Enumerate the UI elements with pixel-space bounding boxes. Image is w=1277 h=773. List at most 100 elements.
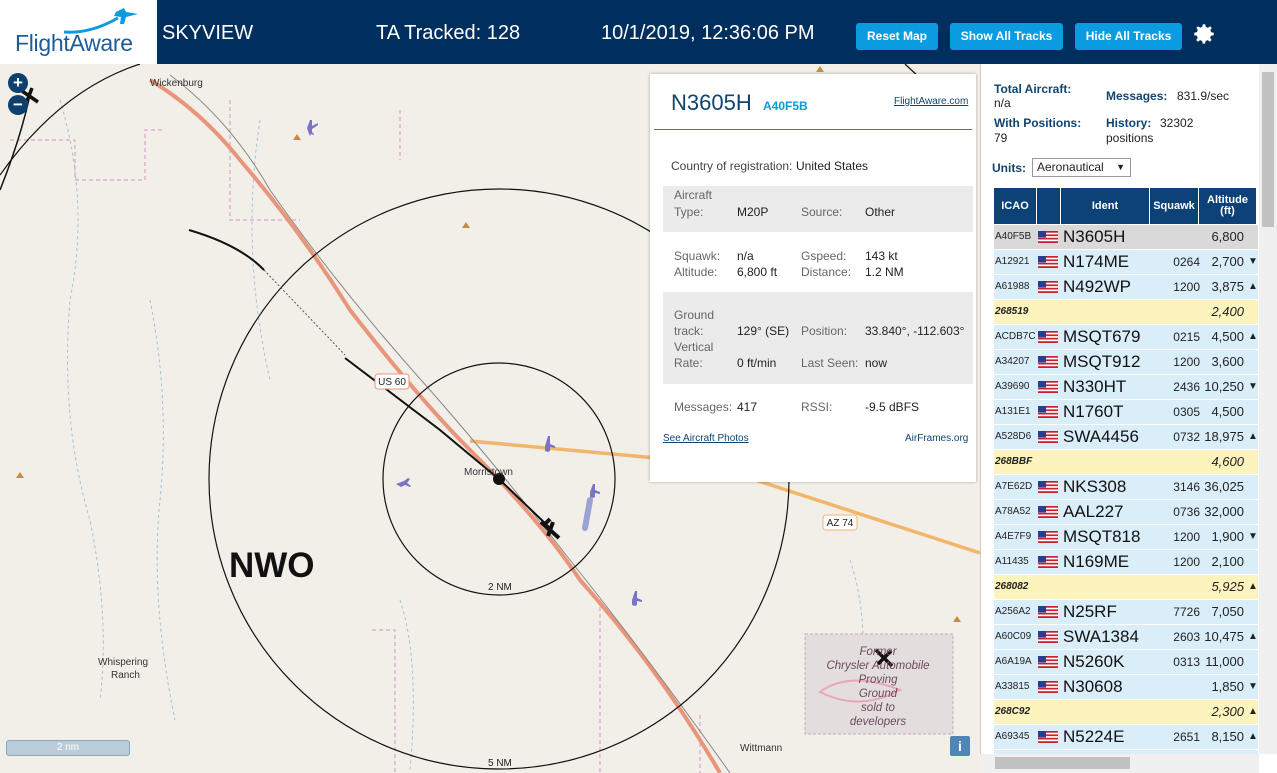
ground-track-label: track:: [674, 324, 704, 338]
messages-value: 417: [737, 400, 758, 414]
flightaware-link[interactable]: FlightAware.com: [894, 96, 968, 107]
table-row[interactable]: A6A19A N5260K 0313 11,000: [994, 650, 1258, 675]
with-positions-value: 79: [994, 131, 1008, 145]
messages-rate-value: 831.9/sec: [1177, 89, 1230, 103]
history-unit: positions: [1106, 131, 1154, 145]
aircraft-icon[interactable]: [632, 591, 642, 606]
cell-icao: A6A19A: [995, 656, 1032, 667]
table-row[interactable]: A528D6 SWA4456 0732 18,975 ▲: [994, 425, 1258, 450]
vertical-rate-value: 0 ft/min: [737, 356, 777, 370]
table-row[interactable]: 268082 5,925 ▲: [994, 575, 1258, 600]
us-flag-icon: [1038, 381, 1058, 393]
panel-horizontal-scrollbar[interactable]: [980, 754, 1259, 773]
aircraft-markers[interactable]: [307, 120, 642, 606]
zoom-out-button[interactable]: −: [8, 95, 28, 115]
cell-icao: A39690: [995, 381, 1030, 392]
column-header-flag: [1037, 188, 1060, 224]
table-row[interactable]: A12921 N174ME 0264 2,700 ▼: [994, 250, 1258, 275]
place-label: Whispering: [98, 657, 148, 668]
flightaware-logo[interactable]: FlightAware: [0, 0, 157, 64]
cell-ident: N5224E: [1063, 727, 1125, 746]
messages-rate-label: Messages:: [1106, 89, 1168, 103]
column-header-squawk[interactable]: Squawk: [1150, 188, 1198, 224]
zoom-in-button[interactable]: +: [8, 73, 28, 93]
cell-icao: 268BBF: [995, 456, 1033, 467]
panel-vertical-scrollbar[interactable]: [1259, 64, 1277, 754]
cell-ident: MSQT818: [1063, 527, 1141, 546]
distance-label: Distance:: [801, 265, 852, 279]
aircraft-photos-link[interactable]: See Aircraft Photos: [663, 433, 749, 444]
gear-icon[interactable]: [1191, 21, 1217, 47]
aircraft-icon[interactable]: [307, 120, 318, 136]
cell-squawk: 0264: [1173, 255, 1200, 269]
reset-map-button[interactable]: Reset Map: [856, 23, 938, 50]
table-row[interactable]: A256A2 N25RF 7726 7,050: [994, 600, 1258, 625]
map-info-button[interactable]: i: [950, 736, 970, 756]
us-flag-icon: [1038, 681, 1058, 693]
table-row[interactable]: 268C92 2,300 ▲: [994, 700, 1258, 725]
ta-tracked-count: TA Tracked: 128: [376, 22, 521, 44]
scrollbar-thumb[interactable]: [1262, 72, 1274, 227]
table-row[interactable]: A61988 N492WP 1200 3,875 ▲: [994, 275, 1258, 300]
logo-text: FlightAware: [15, 30, 133, 56]
distance-value: 1.2 NM: [865, 265, 904, 279]
table-row[interactable]: A78A52 AAL227 0736 32,000: [994, 500, 1258, 525]
table-row[interactable]: A34207 MSQT912 1200 3,600: [994, 350, 1258, 375]
units-select[interactable]: Aeronautical ▼: [1032, 158, 1131, 177]
column-header-altitude[interactable]: Altitude (ft): [1199, 188, 1256, 224]
cell-squawk: 0313: [1173, 655, 1200, 669]
cell-altitude-trend: ▼: [1248, 381, 1258, 392]
scrollbar-thumb[interactable]: [995, 757, 1130, 769]
cell-squawk: 2651: [1173, 730, 1200, 744]
table-row[interactable]: A33815 N30608 1,850 ▼: [994, 675, 1258, 700]
country-label: Country of registration:: [671, 159, 793, 173]
popup-divider: [654, 129, 972, 130]
column-header-icao[interactable]: ICAO: [994, 188, 1036, 224]
airframes-link[interactable]: AirFrames.org: [905, 433, 968, 444]
cell-icao: A33815: [995, 681, 1030, 692]
column-header-ident[interactable]: Ident: [1061, 188, 1149, 224]
cell-altitude: 7,050: [1211, 604, 1244, 619]
table-row[interactable]: A7E62D NKS308 3146 36,025: [994, 475, 1258, 500]
cell-squawk: [1144, 700, 1200, 724]
cell-altitude: 36,025: [1204, 479, 1244, 494]
table-row[interactable]: A11435 N169ME 1200 2,100: [994, 550, 1258, 575]
table-row[interactable]: A40F5B N3605H 6,800: [994, 225, 1258, 250]
squawk-value: n/a: [737, 249, 754, 263]
cell-icao: 268082: [995, 581, 1029, 592]
us-flag-icon: [1038, 281, 1058, 293]
cell-squawk: 1200: [1173, 555, 1200, 569]
cell-altitude: 6,800: [1211, 229, 1244, 244]
table-row[interactable]: ACDB7C MSQT679 0215 4,500 ▲: [994, 325, 1258, 350]
rssi-value: -9.5 dBFS: [865, 400, 920, 414]
us-flag-icon: [1038, 631, 1058, 643]
cell-ident: NKS308: [1063, 477, 1127, 496]
aircraft-icon[interactable]: [590, 484, 600, 498]
aircraft-type-label: Aircraft: [674, 188, 713, 202]
cell-altitude-trend: ▼: [1248, 681, 1258, 692]
hide-all-tracks-button[interactable]: Hide All Tracks: [1075, 23, 1182, 50]
cell-squawk: 7726: [1173, 605, 1200, 619]
show-all-tracks-button[interactable]: Show All Tracks: [950, 23, 1063, 50]
table-row[interactable]: A60C09 SWA1384 2603 10,475 ▲: [994, 625, 1258, 650]
cell-altitude: 4,500: [1211, 404, 1244, 419]
cell-ident: N5260K: [1063, 652, 1125, 671]
cell-squawk: 3146: [1173, 480, 1200, 494]
table-row[interactable]: A39690 N330HT 2436 10,250 ▼: [994, 375, 1258, 400]
aircraft-icon[interactable]: [396, 478, 411, 487]
table-row[interactable]: A4E7F9 MSQT818 1200 1,900 ▼: [994, 525, 1258, 550]
table-row[interactable]: A69345 N5224E 2651 8,150 ▲: [994, 725, 1258, 750]
cell-altitude: 2,400: [1211, 304, 1244, 319]
table-row[interactable]: 268BBF 4,600: [994, 450, 1258, 475]
range-ring-label: 2 NM: [488, 582, 512, 593]
gspeed-value: 143 kt: [865, 249, 898, 263]
cell-icao: A528D6: [995, 431, 1032, 442]
table-row[interactable]: 268519 2,400: [994, 300, 1258, 325]
aircraft-detail-popup: N3605H A40F5B FlightAware.com Country of…: [650, 74, 976, 482]
cell-icao: A4E7F9: [995, 531, 1032, 542]
altitude-header-line2: (ft): [1220, 205, 1235, 217]
cell-ident: N3605H: [1063, 227, 1126, 246]
table-row[interactable]: A131E1 N1760T 0305 4,500: [994, 400, 1258, 425]
top-header: FlightAware SKYVIEW TA Tracked: 128 10/1…: [0, 0, 1277, 64]
cell-ident: N169ME: [1063, 552, 1130, 571]
